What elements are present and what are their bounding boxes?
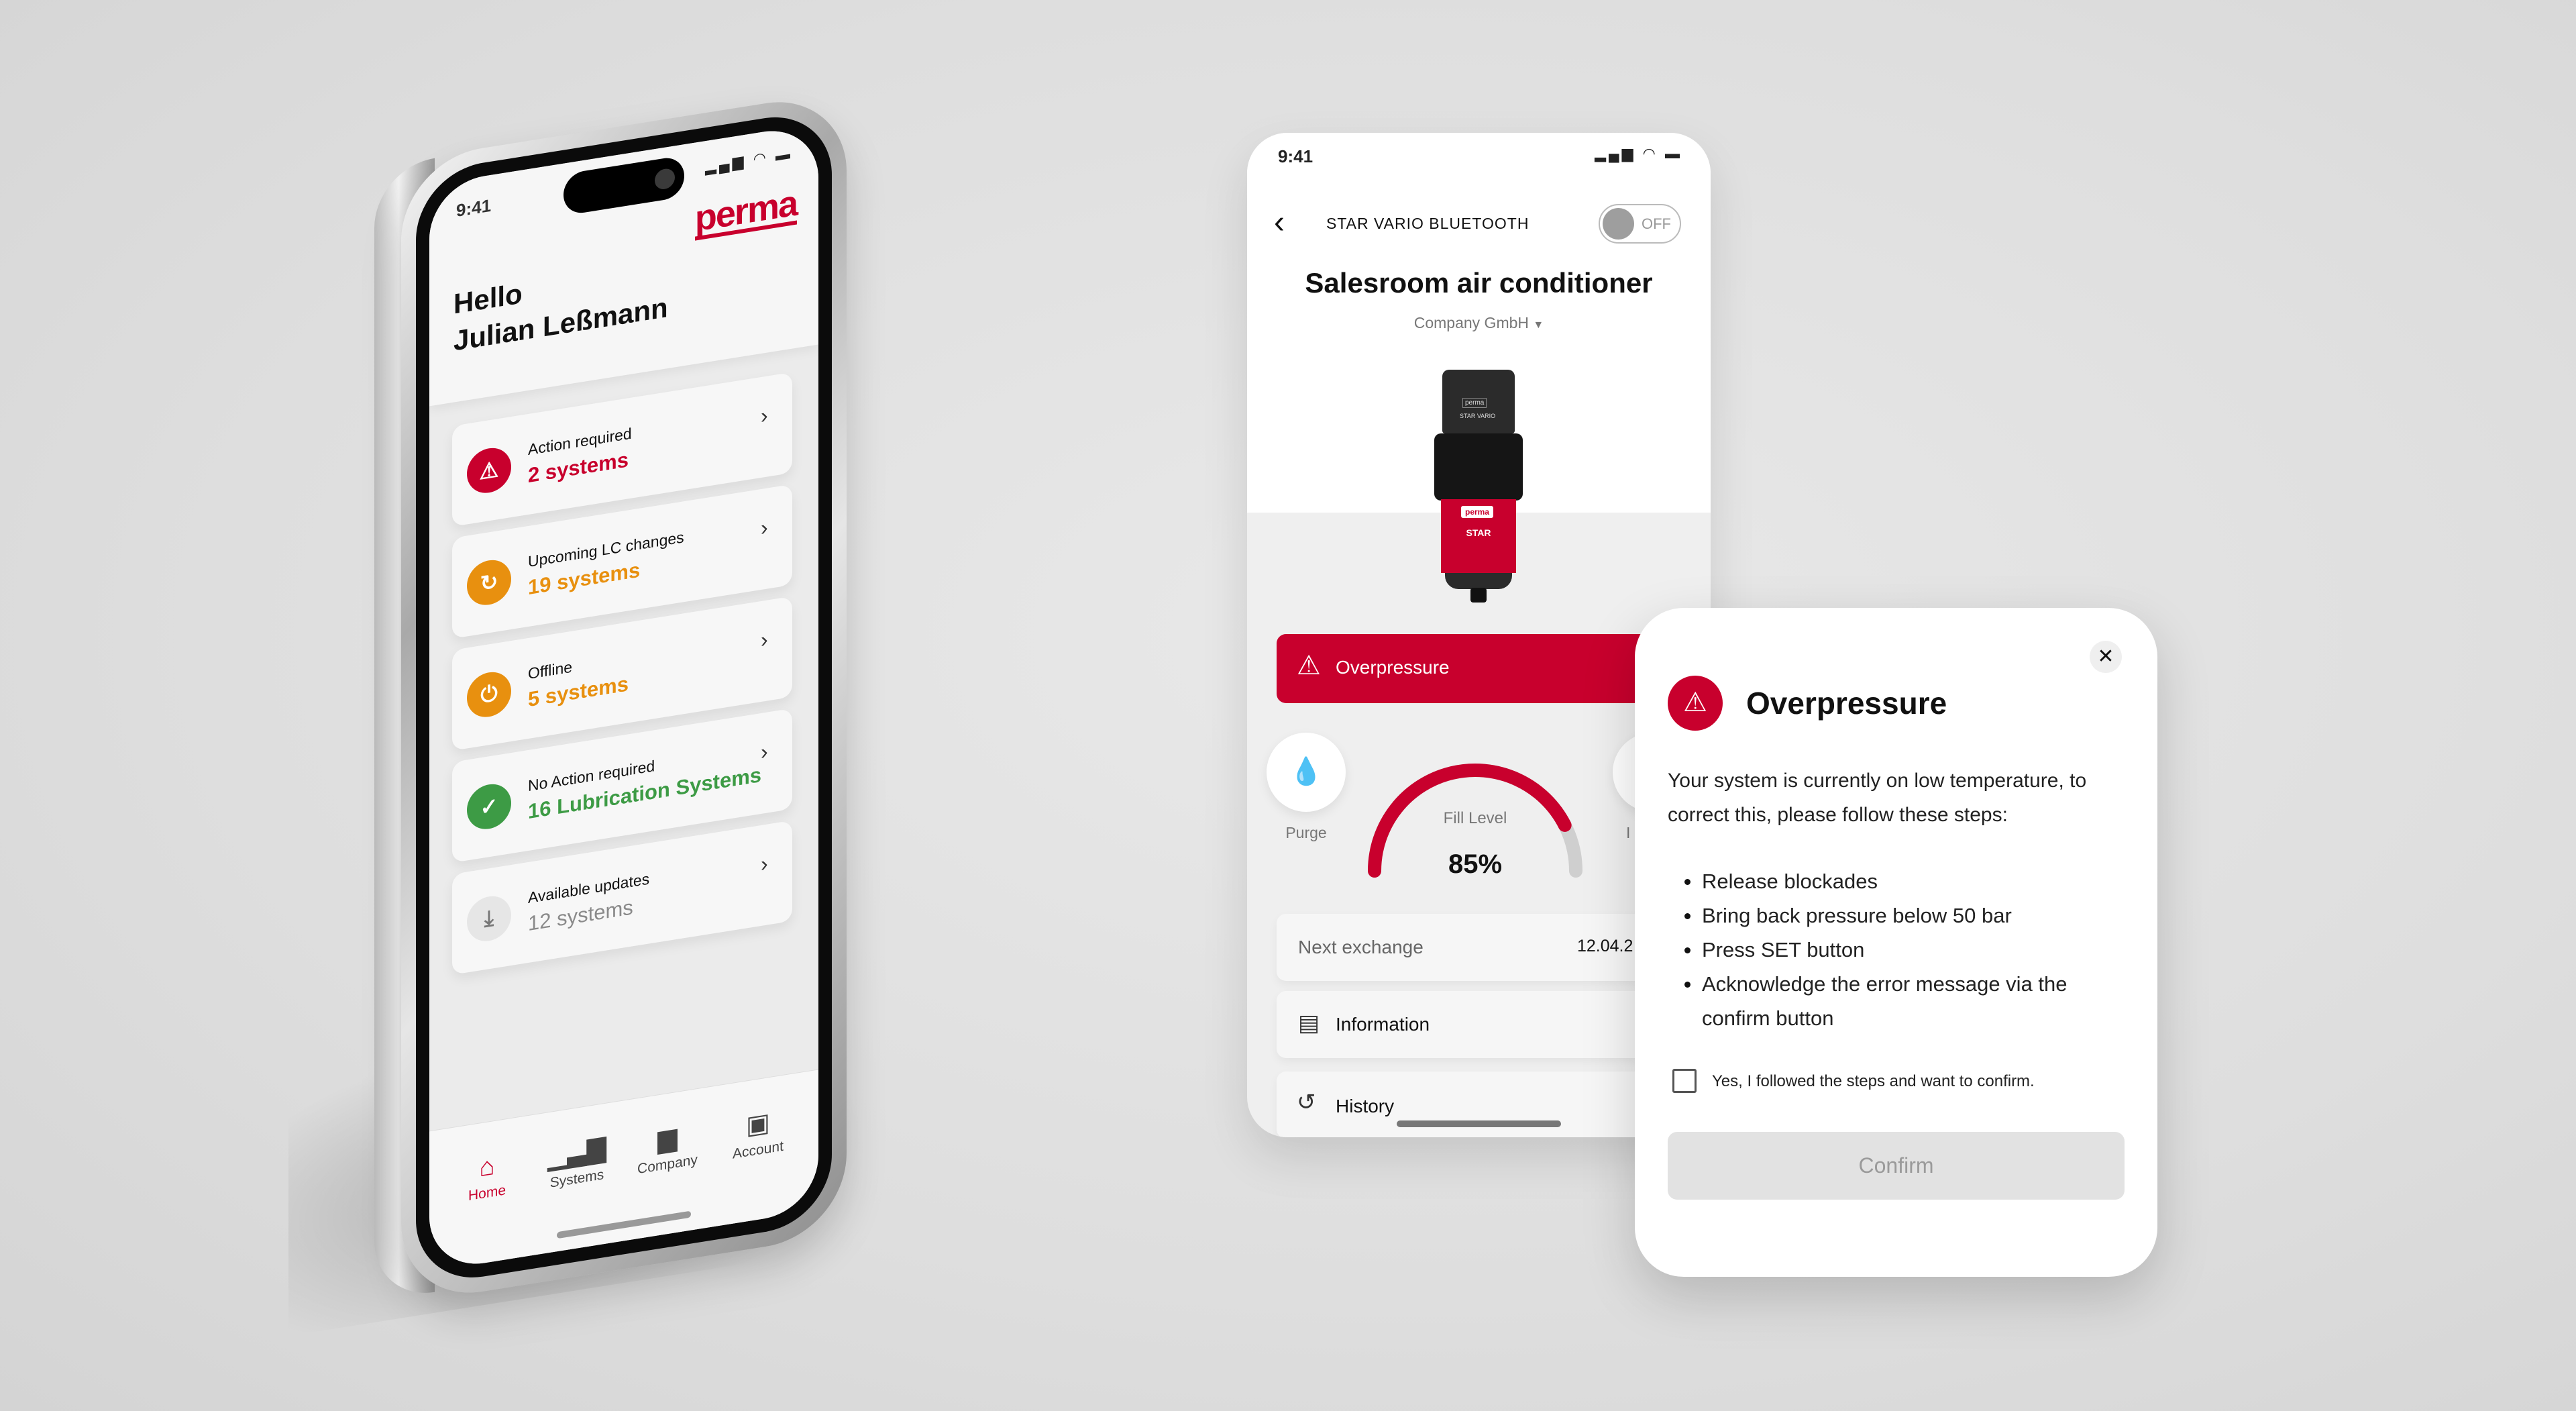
nav-home[interactable]: ⌂ Home [447,1143,527,1208]
product-nozzle [1470,588,1487,603]
refresh-icon: ↻ [467,557,511,609]
check-icon: ✓ [467,781,511,833]
bottom-nav: ⌂ Home ▁▃▇ Systems ▆ Company ▣ Account [429,1069,818,1272]
chevron-right-icon: › [761,739,768,765]
history-icon: ↺ [1297,1090,1316,1115]
document-icon: ▤ [1298,1010,1320,1036]
step-item: Press SET button [1684,933,2118,967]
gauge-label: Fill Level [1443,809,1507,827]
next-exchange-value: 12.04.2 [1577,937,1633,955]
card-title: Offline [528,658,573,683]
back-chevron-icon[interactable]: ‹ [1274,205,1285,240]
home-indicator [1397,1120,1561,1127]
product-cartridge: perma STAR [1441,499,1516,573]
warning-icon: ⚠ [467,445,511,497]
toggle-label: OFF [1642,215,1671,232]
cartridge-label: STAR [1466,527,1491,538]
caret-down-icon: ▼ [1533,319,1544,331]
phone-bezel: 9:41 ▂▄▆ ◠ ▬ perma Hello Julian Leßmann … [416,107,832,1288]
home-screen: 9:41 ▂▄▆ ◠ ▬ perma Hello Julian Leßmann … [429,123,818,1272]
chevron-right-icon: › [761,515,768,541]
product-cap: perma STAR VARIO [1442,370,1515,433]
history-label: History [1336,1096,1395,1116]
product-top-logo: perma [1462,398,1487,408]
toggle-knob [1603,208,1634,240]
camera-icon [655,167,675,191]
power-icon: ⏻ [467,669,511,721]
purge-button[interactable]: 💧 [1267,733,1346,812]
gauge-value: 85% [1448,849,1503,879]
nav-systems[interactable]: ▁▃▇ Systems [537,1129,617,1194]
checkbox-label[interactable]: Yes, I followed the steps and want to co… [1712,1072,2035,1091]
step-item: Release blockades [1684,864,2118,898]
dialog-title: Overpressure [1746,686,1947,721]
drop-plus-icon: 💧 [1289,757,1323,786]
nav-company[interactable]: ▆ Company [627,1114,708,1180]
close-icon[interactable]: ✕ [2090,641,2122,673]
dialog-body: Your system is currently on low temperat… [1668,770,2087,826]
alert-banner-text: Overpressure [1336,657,1450,678]
product-image: perma STAR VARIO perma STAR [1434,370,1523,603]
confirm-checkbox[interactable] [1672,1069,1697,1093]
step-item: Bring back pressure below 50 bar [1684,898,2118,933]
company-name: Company GmbH [1413,314,1529,331]
product-bottom [1445,573,1512,589]
product-model: STAR VARIO [1460,413,1496,419]
status-icons: ▂▄▆ ◠ ▬ [1595,145,1682,162]
chevron-right-icon: › [761,403,768,429]
warning-icon: ⚠ [1297,651,1321,680]
step-item: Acknowledge the error message via the co… [1684,967,2118,1035]
bluetooth-toggle[interactable]: OFF [1599,204,1681,244]
warning-icon: ⚠ [1668,676,1723,731]
next-exchange-label: Next exchange [1298,937,1424,957]
device-name: Salesroom air conditioner [1305,267,1653,299]
product-body [1434,433,1523,501]
chevron-right-icon: › [761,851,768,877]
nav-account[interactable]: ▣ Account [718,1100,798,1165]
overpressure-dialog: ✕ ⚠ Overpressure Your system is currentl… [1635,608,2157,1277]
secondary-action-label: I [1626,824,1631,841]
home-indicator [557,1210,691,1239]
chevron-right-icon: › [761,627,768,653]
cartridge-logo: perma [1461,506,1494,518]
information-label: Information [1336,1014,1430,1035]
purge-label: Purge [1285,824,1327,841]
company-selector[interactable]: Company GmbH ▼ [1247,314,1711,332]
device-type-title: STAR VARIO BLUETOOTH [1326,215,1529,232]
home-phone: 9:41 ▂▄▆ ◠ ▬ perma Hello Julian Leßmann … [401,90,847,1304]
status-time: 9:41 [1278,146,1313,166]
download-icon: ⤓ [467,893,511,945]
confirm-button[interactable]: Confirm [1668,1132,2125,1200]
